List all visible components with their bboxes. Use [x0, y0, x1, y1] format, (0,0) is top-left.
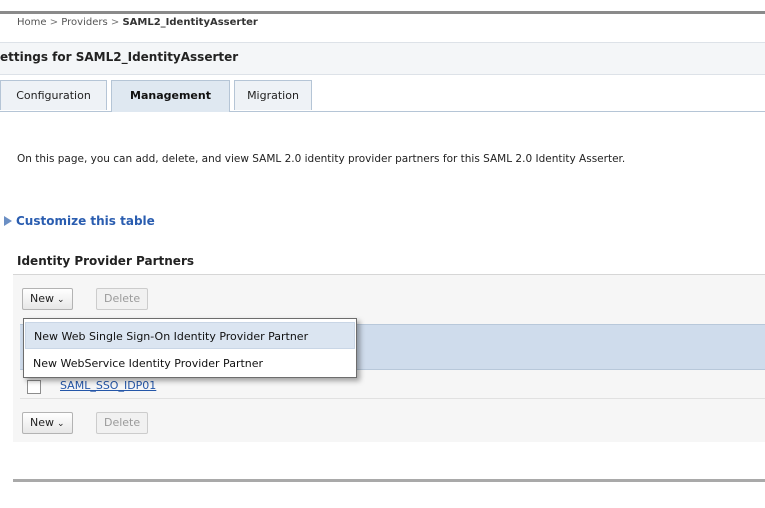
new-button[interactable]: New ⌄ [22, 288, 73, 310]
menu-item-new-web-sso-idp[interactable]: New Web Single Sign-On Identity Provider… [25, 322, 355, 349]
delete-button-label: Delete [104, 416, 141, 429]
delete-button-bottom[interactable]: Delete [96, 412, 149, 434]
customize-table-label: Customize this table [16, 214, 155, 228]
menu-item-new-webservice-idp[interactable]: New WebService Identity Provider Partner [25, 350, 355, 377]
expand-triangle-icon [4, 216, 12, 226]
row-checkbox[interactable] [27, 380, 41, 394]
tab-configuration[interactable]: Configuration [0, 80, 107, 110]
tab-migration[interactable]: Migration [234, 80, 312, 110]
breadcrumb-separator: > [110, 17, 120, 28]
delete-button[interactable]: Delete [96, 288, 149, 310]
new-button-label: New [30, 292, 54, 305]
tab-management[interactable]: Management [111, 80, 230, 112]
new-button-label: New [30, 416, 54, 429]
new-dropdown-menu: New Web Single Sign-On Identity Provider… [23, 318, 357, 378]
breadcrumb: Home > Providers > SAML2_IdentityAsserte… [17, 17, 258, 28]
breadcrumb-home[interactable]: Home [17, 17, 47, 28]
page-description: On this page, you can add, delete, and v… [17, 153, 626, 165]
bottom-divider [13, 479, 765, 482]
section-title: Identity Provider Partners [17, 254, 195, 268]
breadcrumb-current: SAML2_IdentityAsserter [122, 17, 258, 28]
tab-bar: Configuration Management Migration [0, 80, 765, 112]
partner-link[interactable]: SAML_SSO_IDP01 [60, 379, 156, 392]
top-divider [0, 11, 765, 14]
breadcrumb-providers[interactable]: Providers [61, 17, 107, 28]
page: Home > Providers > SAML2_IdentityAsserte… [0, 0, 765, 508]
breadcrumb-separator: > [49, 17, 59, 28]
chevron-down-icon: ⌄ [57, 295, 65, 305]
page-title: ettings for SAML2_IdentityAsserter [0, 50, 239, 64]
new-button-bottom[interactable]: New ⌄ [22, 412, 73, 434]
delete-button-label: Delete [104, 292, 141, 305]
customize-table-link[interactable]: Customize this table [4, 214, 155, 228]
chevron-down-icon: ⌄ [57, 419, 65, 429]
